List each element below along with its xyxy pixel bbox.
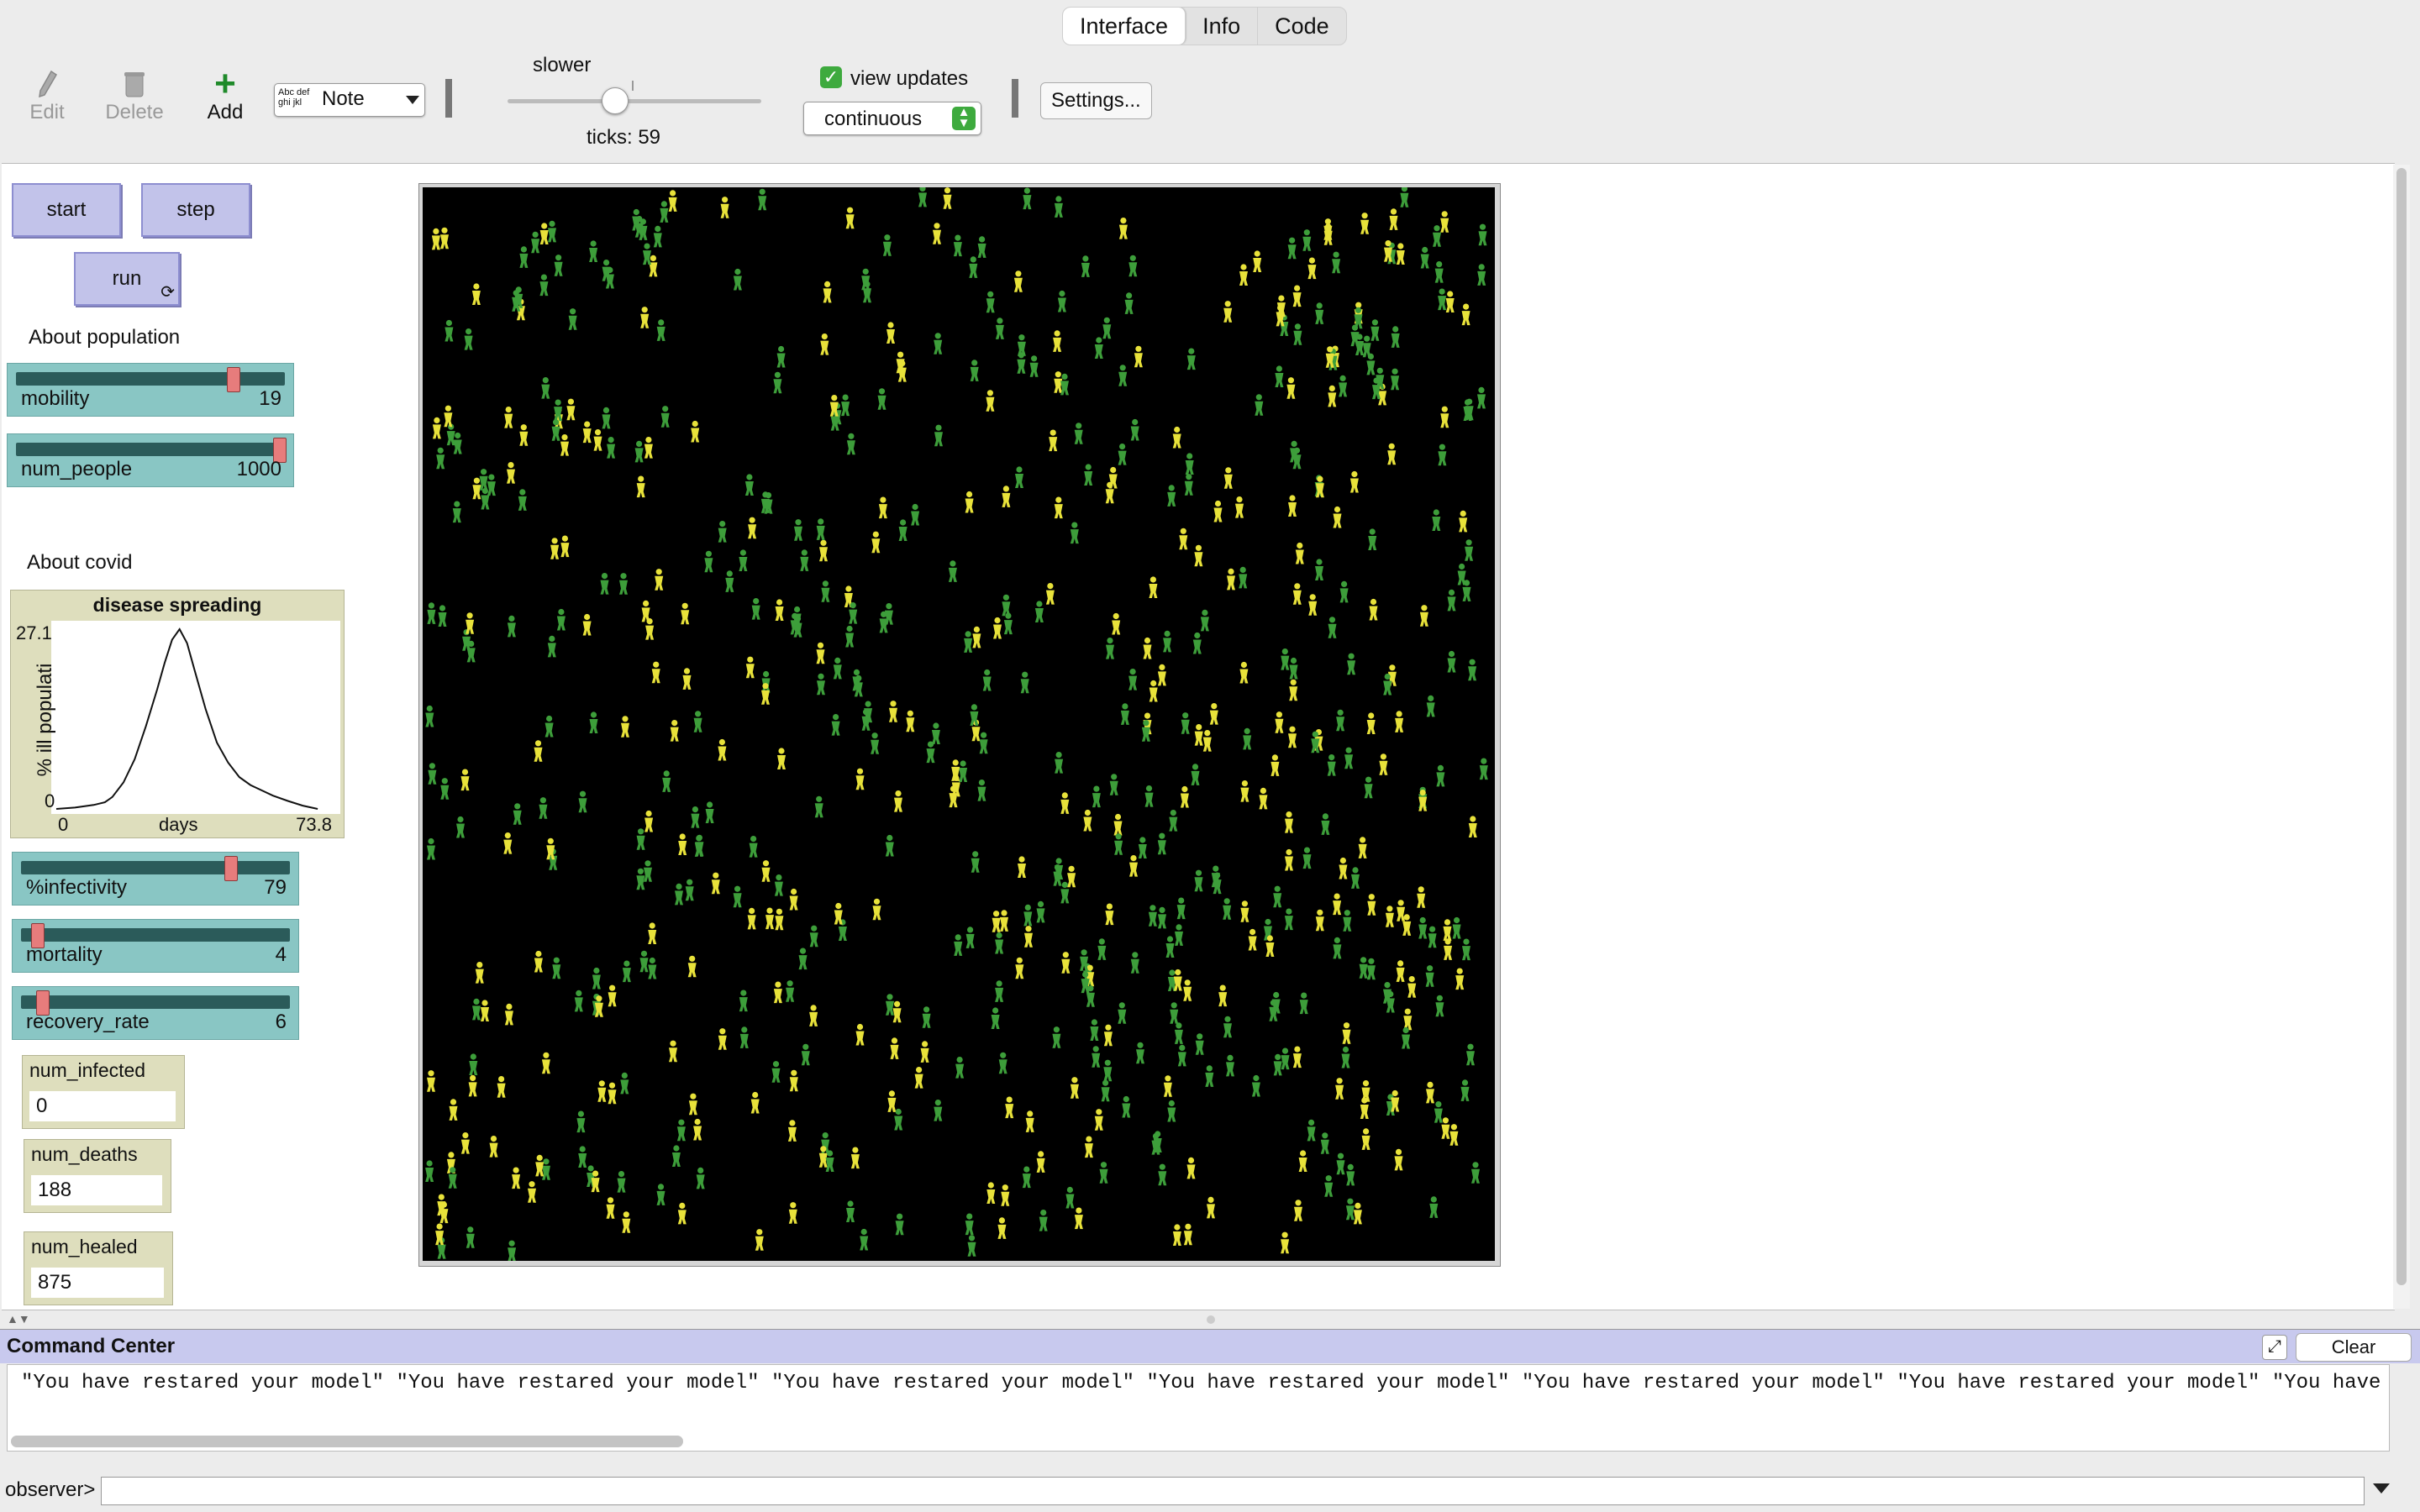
split-arrows-icon[interactable]: ▲▼	[7, 1312, 30, 1326]
speed-slider-track	[508, 99, 761, 103]
speed-center-tick	[632, 81, 634, 91]
widget-select-value: Note	[322, 87, 365, 110]
monitor-value: 875	[31, 1268, 164, 1298]
plus-icon: +	[214, 63, 236, 104]
slider-label: num_people	[21, 458, 133, 480]
monitor-label: num_healed	[31, 1236, 138, 1257]
clear-button[interactable]: Clear	[2296, 1333, 2412, 1362]
series-line	[55, 627, 318, 810]
command-input[interactable]	[101, 1477, 2365, 1505]
num-infected-monitor: num_infected 0	[22, 1055, 185, 1129]
command-output: "You have restared your model" "You have…	[7, 1364, 2390, 1452]
monitor-label: num_infected	[29, 1059, 146, 1081]
monitor-value: 188	[31, 1175, 162, 1205]
x-max-label: 73.8	[296, 814, 332, 835]
step-button[interactable]: step	[141, 183, 250, 237]
mortality-slider[interactable]: mortality 4	[12, 919, 299, 973]
world-view[interactable]	[423, 187, 1495, 1261]
ticks-counter: ticks: 59	[587, 126, 661, 149]
slider-handle[interactable]	[226, 367, 240, 392]
world-view-frame	[418, 183, 1501, 1267]
update-mode-select[interactable]: continuous ▲ ▼	[803, 102, 981, 135]
tab-bar: Interface Info Code	[1062, 7, 1347, 45]
slider-value: 4	[275, 943, 287, 966]
vertical-scrollbar[interactable]	[2393, 165, 2410, 1309]
run-label: run	[112, 267, 142, 290]
forever-icon: ⟳	[160, 283, 175, 302]
horizontal-scrollbar-thumb[interactable]	[11, 1436, 683, 1447]
note-preview-icon: Abc def ghi jkl	[278, 87, 310, 108]
monitor-label: num_deaths	[31, 1143, 138, 1165]
update-mode-value: continuous	[824, 108, 923, 130]
slider-value: 19	[259, 387, 281, 410]
mobility-slider[interactable]: mobility 19	[7, 363, 294, 417]
y-axis-label: % ill populati	[34, 663, 56, 777]
add-label: Add	[207, 101, 244, 123]
plot-area	[51, 621, 340, 814]
note-about-population: About population	[29, 326, 181, 349]
tab-code[interactable]: Code	[1258, 8, 1346, 45]
slider-track	[16, 372, 285, 386]
num-deaths-monitor: num_deaths 188	[24, 1139, 171, 1213]
recovery-rate-slider[interactable]: recovery_rate 6	[12, 986, 299, 1040]
splitter-handle[interactable]	[1207, 1315, 1215, 1324]
num-healed-monitor: num_healed 875	[24, 1231, 173, 1305]
slider-value: 79	[264, 876, 287, 899]
delete-button[interactable]: Delete	[101, 67, 168, 124]
up-down-chevron-icon: ▲ ▼	[952, 106, 976, 130]
slider-track	[21, 995, 290, 1009]
expand-icon[interactable]: ⤢	[2262, 1335, 2287, 1360]
horizontal-scrollbar[interactable]	[11, 1436, 2384, 1447]
edit-button[interactable]: Edit	[13, 67, 81, 124]
slider-track	[21, 861, 290, 874]
settings-button[interactable]: Settings...	[1040, 82, 1152, 119]
y-min-label: 0	[45, 790, 55, 811]
slider-label: recovery_rate	[26, 1011, 150, 1033]
x-min-label: 0	[58, 814, 69, 835]
command-center-title: Command Center	[7, 1335, 176, 1357]
tab-interface[interactable]: Interface	[1063, 8, 1186, 45]
speed-slider-knob[interactable]	[601, 87, 629, 114]
view-updates-checkbox[interactable]: ✓	[820, 66, 842, 88]
speed-label: slower	[533, 54, 592, 76]
slider-handle[interactable]	[224, 856, 238, 881]
pencil-icon	[13, 67, 81, 101]
slider-value: 1000	[236, 458, 281, 480]
vertical-scrollbar-thumb[interactable]	[2396, 168, 2407, 1285]
observer-prompt-label: observer>	[5, 1478, 96, 1501]
slider-track	[16, 443, 285, 456]
command-output-text: "You have restared your model" "You have…	[21, 1372, 2390, 1394]
trash-icon	[101, 67, 168, 101]
slider-label: mortality	[26, 943, 103, 966]
view-updates-label: view updates	[850, 67, 969, 90]
start-button[interactable]: start	[12, 183, 121, 237]
add-button[interactable]: + Add	[192, 63, 259, 124]
plot-title: disease spreading	[92, 594, 262, 616]
note-about-covid: About covid	[27, 551, 133, 574]
run-button[interactable]: run ⟳	[74, 252, 180, 306]
toolbar-separator	[445, 79, 452, 118]
edit-label: Edit	[29, 101, 65, 123]
widget-type-select[interactable]: Abc def ghi jkl Note	[274, 83, 425, 117]
infectivity-slider[interactable]: %infectivity 79	[12, 852, 299, 906]
command-center-header: Command Center ⤢ Clear	[0, 1329, 2420, 1363]
y-max-label: 27.1	[16, 622, 52, 643]
chevron-down-icon	[406, 96, 419, 104]
history-chevron-down-icon[interactable]	[2373, 1483, 2390, 1494]
slider-track	[21, 928, 290, 942]
delete-label: Delete	[105, 101, 164, 123]
toolbar-separator	[1012, 79, 1018, 118]
plot-canvas	[55, 627, 318, 810]
slider-value: 6	[275, 1011, 287, 1033]
speed-slider[interactable]	[508, 81, 761, 123]
num-people-slider[interactable]: num_people 1000	[7, 433, 294, 487]
monitor-value: 0	[29, 1091, 176, 1121]
x-axis-label: days	[159, 814, 198, 835]
tab-info[interactable]: Info	[1186, 8, 1259, 45]
slider-label: %infectivity	[26, 876, 128, 899]
slider-label: mobility	[21, 387, 90, 410]
disease-spreading-plot[interactable]: disease spreading 27.1 0 % ill populati …	[10, 590, 345, 838]
